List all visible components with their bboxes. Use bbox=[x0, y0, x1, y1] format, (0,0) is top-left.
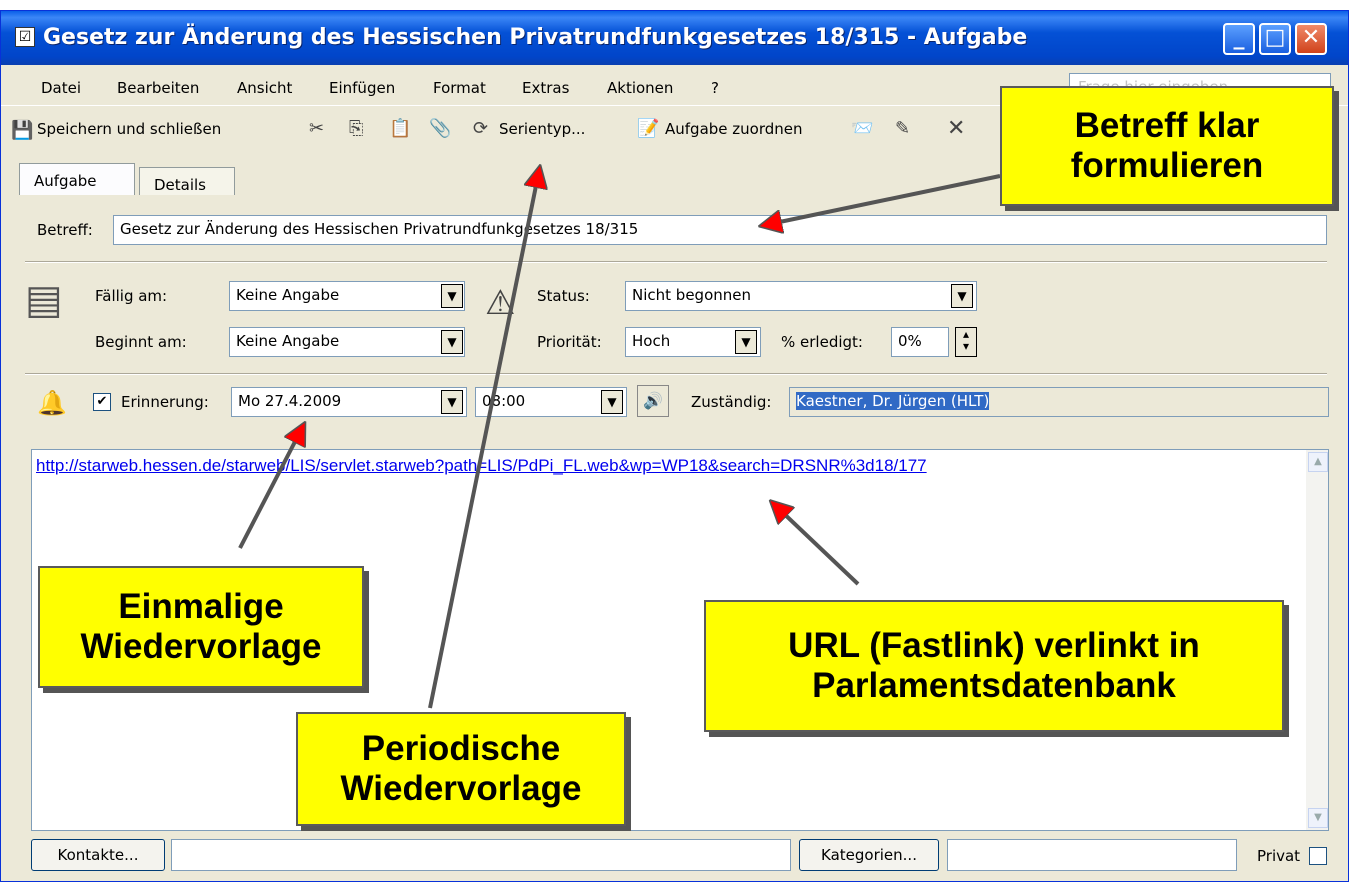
paste-icon[interactable]: 📋 bbox=[389, 118, 411, 139]
priority-icon: ⚠ bbox=[485, 283, 516, 323]
recurrence-button[interactable]: Serientyp... bbox=[499, 120, 585, 138]
callout-subject: Betreff klar formulieren bbox=[1000, 86, 1334, 206]
menu-help[interactable]: ? bbox=[711, 79, 719, 97]
maximize-button[interactable]: □ bbox=[1259, 23, 1291, 55]
scroll-up-icon[interactable]: ▲ bbox=[1308, 452, 1328, 472]
menu-datei[interactable]: Datei bbox=[41, 79, 81, 97]
chevron-down-icon[interactable]: ▼ bbox=[441, 284, 463, 308]
assign-task-button[interactable]: Aufgabe zuordnen bbox=[665, 120, 803, 138]
categories-button[interactable]: Kategorien... bbox=[799, 839, 939, 871]
calendar-icon: ▤ bbox=[25, 277, 63, 323]
status-label: Status: bbox=[537, 287, 590, 305]
chevron-down-icon[interactable]: ▼ bbox=[601, 390, 623, 414]
mark-complete-icon[interactable]: ✎ bbox=[895, 118, 910, 139]
categories-input[interactable] bbox=[947, 839, 1237, 871]
callout-single: Einmalige Wiedervorlage bbox=[38, 566, 364, 688]
reminder-label: Erinnerung: bbox=[121, 393, 209, 411]
close-button[interactable]: ✕ bbox=[1295, 23, 1327, 55]
percent-input[interactable]: 0% bbox=[891, 327, 949, 357]
menu-aktionen[interactable]: Aktionen bbox=[607, 79, 673, 97]
start-date-select[interactable]: Keine Angabe bbox=[229, 327, 465, 357]
percent-label: % erledigt: bbox=[781, 333, 863, 351]
callout-url: URL (Fastlink) verlinkt in Parlamentsdat… bbox=[704, 600, 1284, 732]
contacts-button[interactable]: Kontakte... bbox=[31, 839, 165, 871]
percent-spinner[interactable]: ▴ ▾ bbox=[955, 327, 977, 357]
bell-icon: 🔔 bbox=[37, 389, 67, 417]
recurrence-icon: ⟳ bbox=[473, 118, 489, 139]
private-checkbox[interactable] bbox=[1309, 847, 1327, 865]
chevron-down-icon[interactable]: ▼ bbox=[951, 284, 973, 308]
sound-icon[interactable]: 🔊 bbox=[637, 385, 669, 417]
tab-details[interactable]: Details bbox=[139, 167, 235, 195]
menu-einfuegen[interactable]: Einfügen bbox=[329, 79, 395, 97]
menu-ansicht[interactable]: Ansicht bbox=[237, 79, 292, 97]
due-date-select[interactable]: Keine Angabe bbox=[229, 281, 465, 311]
fastlink-url[interactable]: http://starweb.hessen.de/starweb/LIS/ser… bbox=[36, 456, 927, 476]
save-icon: 💾 bbox=[11, 120, 34, 141]
contacts-input[interactable] bbox=[171, 839, 791, 871]
notes-scrollbar[interactable]: ▲ ▼ bbox=[1306, 450, 1328, 830]
copy-icon[interactable]: ⎘ bbox=[349, 118, 363, 139]
divider bbox=[25, 261, 1327, 263]
divider bbox=[25, 373, 1327, 375]
title-bar: ☑ Gesetz zur Änderung des Hessischen Pri… bbox=[1, 11, 1348, 65]
task-icon: ☑ bbox=[15, 27, 35, 47]
status-select[interactable]: Nicht begonnen bbox=[625, 281, 977, 311]
minimize-button[interactable]: _ bbox=[1223, 23, 1255, 55]
cut-icon[interactable]: ✂ bbox=[309, 118, 324, 139]
menu-format[interactable]: Format bbox=[433, 79, 486, 97]
priority-label: Priorität: bbox=[537, 333, 602, 351]
chevron-down-icon[interactable]: ▼ bbox=[735, 330, 757, 354]
tab-aufgabe[interactable]: Aufgabe bbox=[19, 163, 135, 195]
owner-value: Kaestner, Dr. Jürgen (HLT) bbox=[796, 392, 990, 410]
chevron-down-icon[interactable]: ▼ bbox=[441, 390, 463, 414]
subject-label: Betreff: bbox=[37, 221, 93, 239]
save-close-button[interactable]: Speichern und schließen bbox=[37, 120, 221, 138]
due-label: Fällig am: bbox=[95, 287, 168, 305]
menu-extras[interactable]: Extras bbox=[522, 79, 569, 97]
subject-input[interactable]: Gesetz zur Änderung des Hessischen Priva… bbox=[113, 215, 1327, 245]
status-report-icon[interactable]: 📨 bbox=[851, 118, 873, 139]
scroll-down-icon[interactable]: ▼ bbox=[1308, 808, 1328, 828]
chevron-down-icon[interactable]: ▼ bbox=[441, 330, 463, 354]
attach-icon[interactable]: 📎 bbox=[429, 118, 451, 139]
callout-periodic: Periodische Wiedervorlage bbox=[296, 712, 626, 826]
owner-label: Zuständig: bbox=[691, 393, 772, 411]
start-label: Beginnt am: bbox=[95, 333, 187, 351]
private-label: Privat bbox=[1257, 847, 1301, 865]
reminder-checkbox[interactable]: ✔ bbox=[93, 393, 111, 411]
window-title: Gesetz zur Änderung des Hessischen Priva… bbox=[43, 25, 1028, 50]
menu-bearbeiten[interactable]: Bearbeiten bbox=[117, 79, 199, 97]
delete-icon[interactable]: ✕ bbox=[947, 116, 965, 141]
reminder-date-select[interactable]: Mo 27.4.2009 bbox=[231, 387, 467, 417]
owner-field: Kaestner, Dr. Jürgen (HLT) bbox=[789, 387, 1329, 417]
assign-task-icon: 📝 bbox=[637, 118, 660, 139]
